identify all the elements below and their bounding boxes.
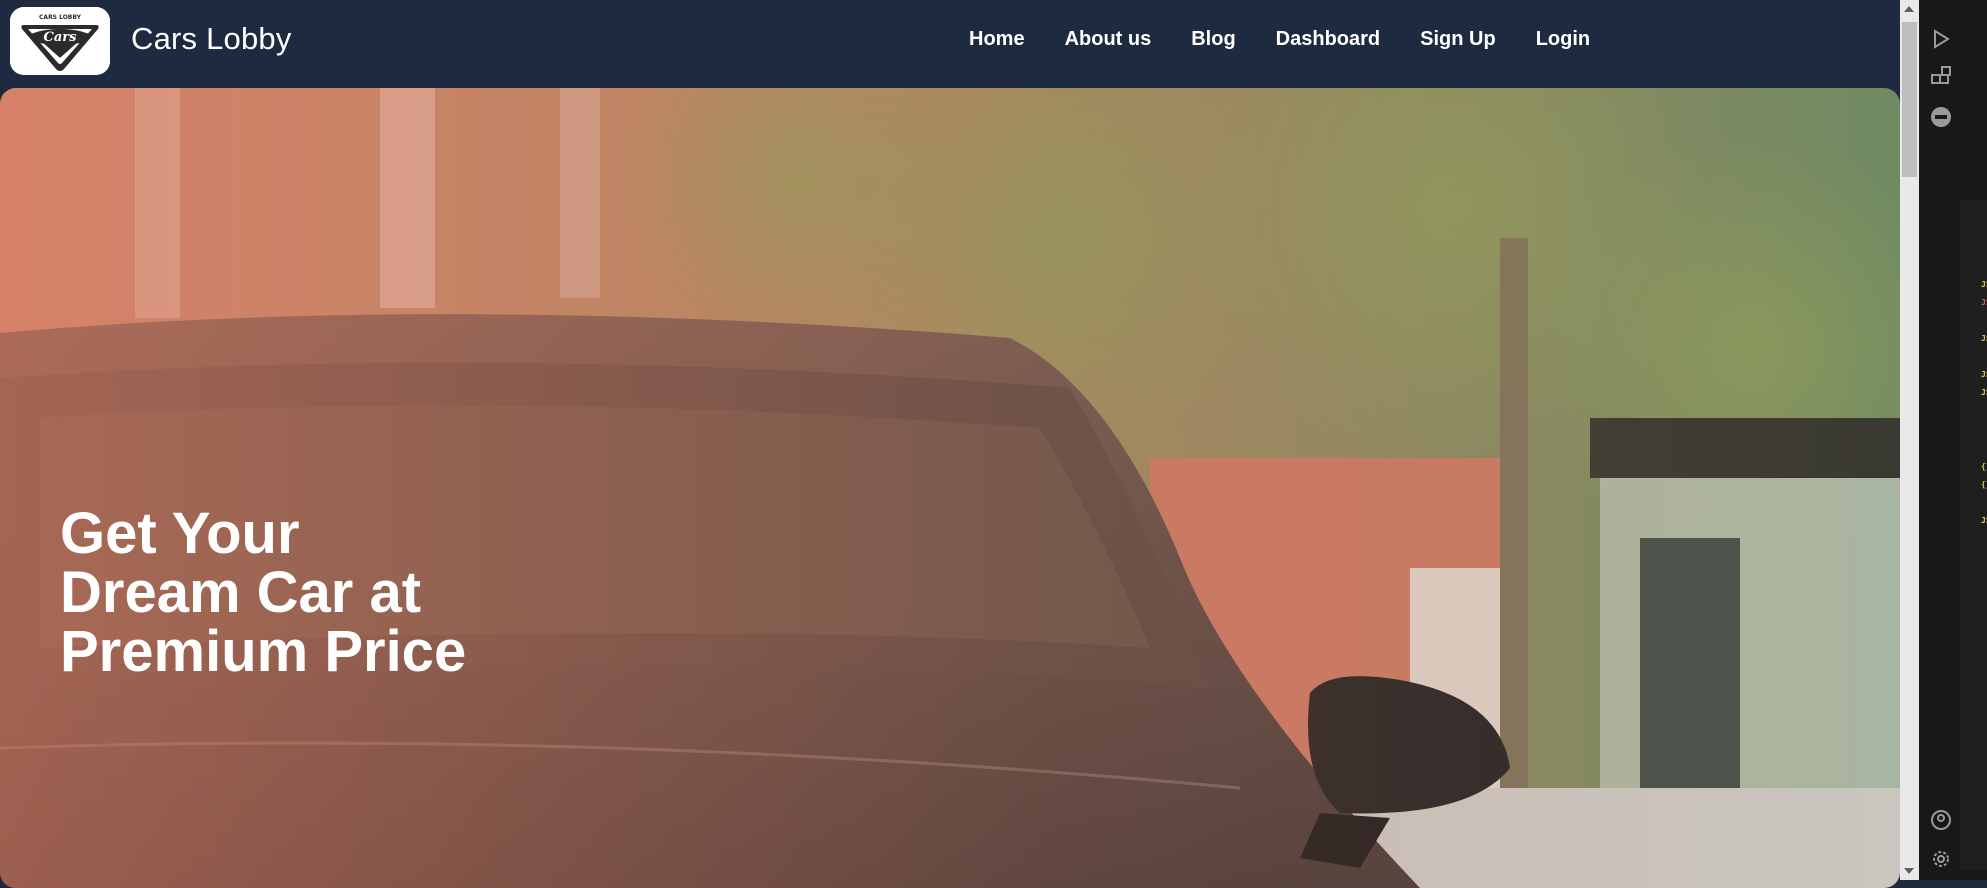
site-logo[interactable]: Cars CARS LOBBY: [10, 7, 110, 75]
scroll-up-arrow[interactable]: [1904, 6, 1914, 12]
file-type-icon[interactable]: JS: [1981, 298, 1987, 307]
account-icon[interactable]: [1930, 809, 1952, 831]
nav-login[interactable]: Login: [1536, 28, 1590, 51]
nav-home[interactable]: Home: [969, 28, 1025, 51]
file-type-icon[interactable]: JS: [1981, 280, 1987, 289]
file-type-icon[interactable]: {}: [1981, 462, 1987, 471]
navbar: Cars CARS LOBBY Cars Lobby Home About us…: [0, 0, 1900, 86]
json-icon[interactable]: [1930, 106, 1952, 128]
cars-logo-icon: Cars CARS LOBBY: [10, 7, 110, 75]
hero-line-3: Premium Price: [60, 619, 467, 684]
scroll-down-arrow[interactable]: [1904, 868, 1914, 874]
scrollbar-thumb[interactable]: [1902, 22, 1917, 177]
svg-text:Cars: Cars: [44, 30, 78, 45]
brand-name[interactable]: Cars Lobby: [131, 21, 292, 57]
extensions-icon[interactable]: [1930, 66, 1952, 88]
file-type-icon[interactable]: JS: [1981, 370, 1987, 379]
file-type-icon[interactable]: JS: [1981, 388, 1987, 397]
file-type-icon[interactable]: JS: [1981, 334, 1987, 343]
hero-line-1: Get Your: [60, 501, 300, 566]
main-nav: Home About us Blog Dashboard Sign Up Log…: [969, 28, 1630, 51]
nav-dashboard[interactable]: Dashboard: [1276, 28, 1380, 51]
hero-line-2: Dream Car at: [60, 560, 422, 625]
nav-blog[interactable]: Blog: [1191, 28, 1235, 51]
hero-headline: Get Your Dream Car at Premium Price: [60, 504, 520, 681]
nav-sign-up[interactable]: Sign Up: [1420, 28, 1496, 51]
hero-banner: Get Your Dream Car at Premium Price: [0, 88, 1900, 888]
run-debug-icon[interactable]: [1930, 28, 1952, 50]
nav-about-us[interactable]: About us: [1065, 28, 1152, 51]
svg-text:CARS LOBBY: CARS LOBBY: [39, 14, 82, 21]
hero-car-image: [0, 88, 1900, 888]
file-type-icon[interactable]: {}: [1981, 480, 1987, 489]
file-type-icon[interactable]: JS: [1981, 516, 1987, 525]
settings-icon[interactable]: [1930, 848, 1952, 870]
